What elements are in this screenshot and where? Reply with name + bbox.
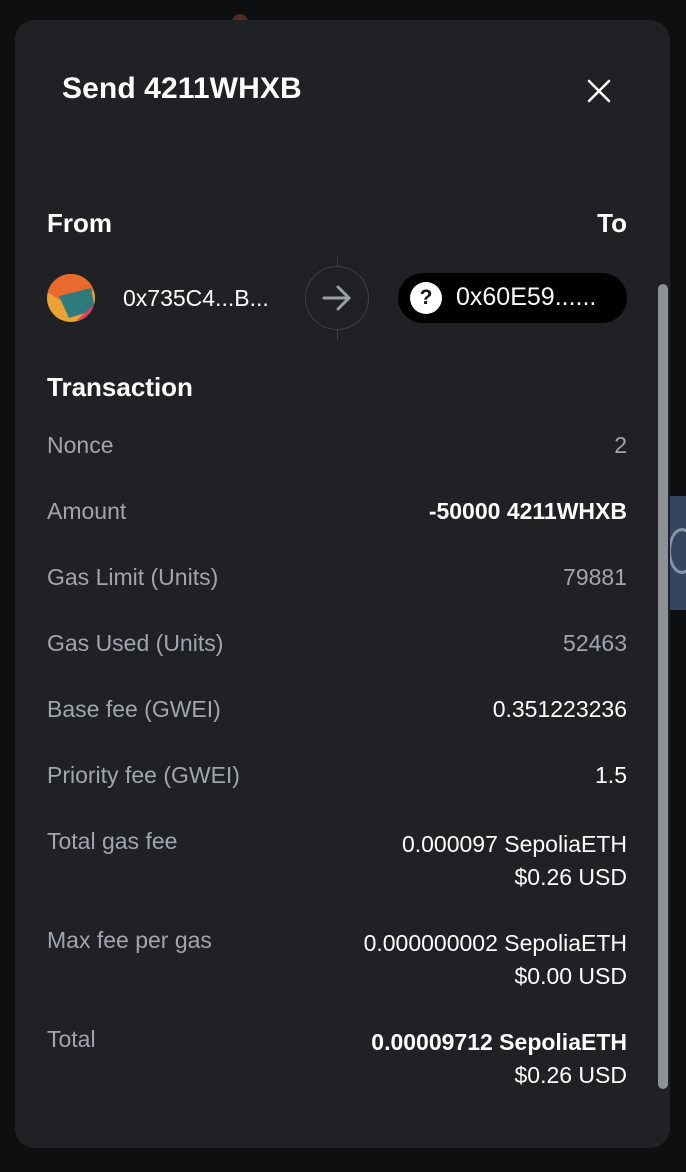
to-address: 0x60E59...... xyxy=(456,283,597,311)
crypto-amount: 0.000000002 SepoliaETH xyxy=(363,930,627,956)
detail-row-priority-fee: Priority fee (GWEI) 1.5 xyxy=(47,754,627,820)
from-account[interactable]: 0x735C4...B... xyxy=(47,274,292,322)
fiat-amount: $0.26 USD xyxy=(514,1062,627,1088)
detail-row-nonce: Nonce 2 xyxy=(47,424,627,490)
detail-value: 79881 xyxy=(563,564,627,590)
arrow-right-icon xyxy=(305,266,369,330)
to-label: To xyxy=(597,208,627,238)
detail-row-gas-used: Gas Used (Units) 52463 xyxy=(47,622,627,688)
crypto-amount: 0.00009712 SepoliaETH xyxy=(371,1029,627,1055)
detail-row-base-fee: Base fee (GWEI) 0.351223236 xyxy=(47,688,627,754)
address-row: 0x735C4...B... ? 0x60E59...... xyxy=(47,256,627,340)
from-to-header: From To xyxy=(47,208,627,242)
detail-value: 52463 xyxy=(563,630,627,656)
detail-value: 1.5 xyxy=(595,762,627,788)
detail-value: -50000 4211WHXB xyxy=(428,498,627,524)
detail-label: Gas Used (Units) xyxy=(47,630,224,656)
modal-title: Send 4211WHXB xyxy=(62,72,302,105)
detail-label: Gas Limit (Units) xyxy=(47,564,219,590)
detail-row-max-fee: Max fee per gas 0.000000002 SepoliaETH $… xyxy=(47,919,627,1018)
crypto-amount: 0.000097 SepoliaETH xyxy=(401,831,627,857)
detail-label: Max fee per gas xyxy=(47,927,212,953)
detail-label: Total gas fee xyxy=(47,828,178,854)
detail-label: Amount xyxy=(47,498,127,524)
detail-value: 2 xyxy=(614,432,627,458)
to-address-pill[interactable]: ? 0x60E59...... xyxy=(398,273,627,323)
from-label: From xyxy=(47,208,112,238)
detail-label: Priority fee (GWEI) xyxy=(47,762,240,788)
transaction-details-list: Nonce 2 Amount -50000 4211WHXB Gas Limit… xyxy=(47,424,627,1117)
scrollbar-thumb[interactable] xyxy=(658,284,668,1089)
scrollbar[interactable] xyxy=(658,284,668,1089)
fiat-amount: $0.00 USD xyxy=(514,963,627,989)
unknown-address-icon: ? xyxy=(410,282,442,314)
from-address: 0x735C4...B... xyxy=(123,285,269,311)
detail-value: 0.000000002 SepoliaETH $0.00 USD xyxy=(364,927,627,993)
close-icon xyxy=(587,79,611,103)
detail-value: 0.00009712 SepoliaETH $0.26 USD xyxy=(371,1026,627,1092)
fiat-amount: $0.26 USD xyxy=(514,864,627,890)
detail-row-total: Total 0.00009712 SepoliaETH $0.26 USD xyxy=(47,1018,627,1117)
page: Send 4211WHXB From To 0x735C4...B... ? 0… xyxy=(0,0,686,1172)
account-avatar-icon xyxy=(47,274,95,322)
detail-row-amount: Amount -50000 4211WHXB xyxy=(47,490,627,556)
send-transaction-modal: Send 4211WHXB From To 0x735C4...B... ? 0… xyxy=(15,20,670,1148)
detail-row-total-gas-fee: Total gas fee 0.000097 SepoliaETH $0.26 … xyxy=(47,820,627,919)
detail-row-gas-limit: Gas Limit (Units) 79881 xyxy=(47,556,627,622)
detail-label: Nonce xyxy=(47,432,114,458)
close-button[interactable] xyxy=(584,76,614,106)
detail-value: 0.351223236 xyxy=(492,696,627,722)
transaction-heading: Transaction xyxy=(47,372,193,402)
detail-value: 0.000097 SepoliaETH $0.26 USD xyxy=(402,828,627,894)
detail-label: Base fee (GWEI) xyxy=(47,696,221,722)
detail-label: Total xyxy=(47,1026,96,1052)
